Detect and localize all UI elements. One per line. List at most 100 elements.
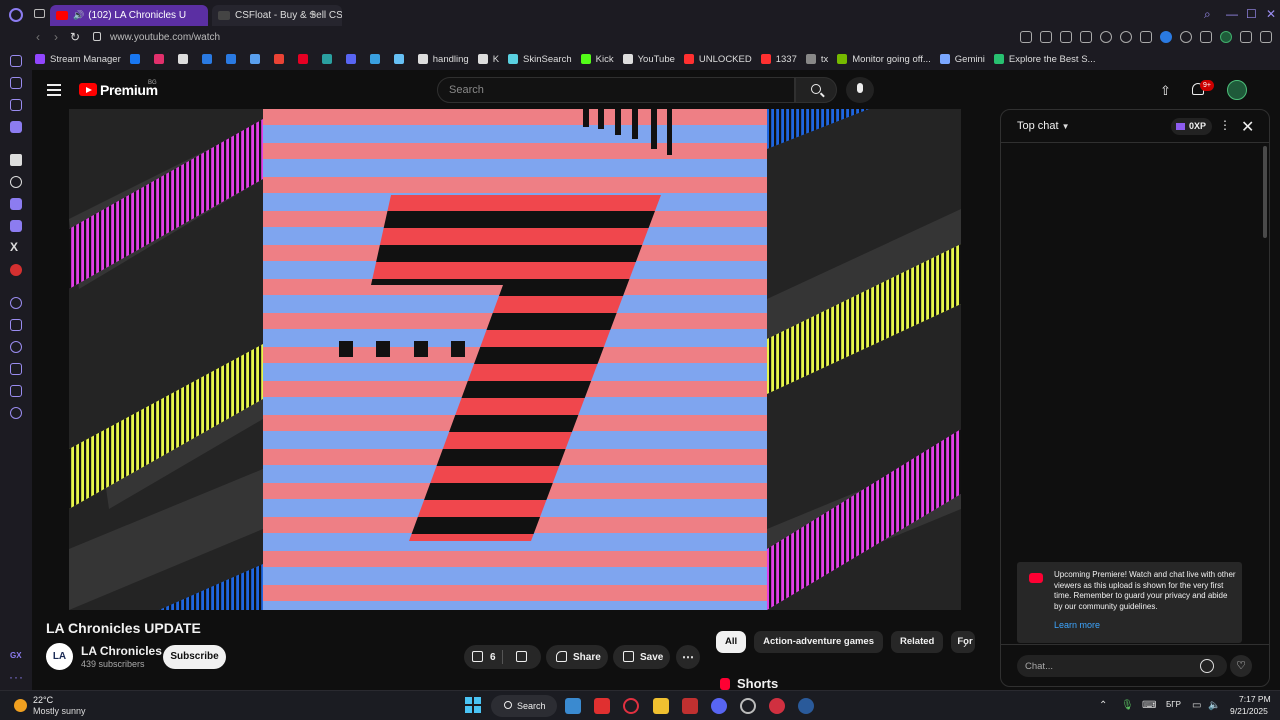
bookmark-item[interactable] — [153, 54, 169, 64]
bookmark-item[interactable]: Stream Manager — [35, 54, 121, 65]
aria-icon[interactable] — [10, 55, 22, 67]
bookmark-item[interactable]: K — [477, 54, 499, 65]
bookmark-item[interactable]: Explore the Best S... — [993, 54, 1095, 65]
search-button[interactable] — [795, 77, 837, 103]
windows-start-icon[interactable] — [465, 697, 481, 713]
taskbar-search[interactable]: Search — [491, 695, 557, 717]
save-button[interactable]: Save — [613, 645, 670, 669]
menu-icon[interactable] — [1260, 31, 1272, 43]
new-tab-button[interactable]: + — [309, 6, 317, 21]
bookmark-item[interactable] — [249, 54, 265, 64]
widgets-icon[interactable] — [565, 698, 581, 714]
clock-time[interactable]: 7:17 PM — [1239, 694, 1271, 704]
chevron-right-icon[interactable]: › — [963, 637, 967, 651]
bookmark-item[interactable]: handling — [417, 54, 469, 65]
url-field[interactable]: www.youtube.com/watch — [110, 32, 220, 43]
camera-icon[interactable] — [1020, 31, 1032, 43]
minimize-button[interactable]: — — [1226, 7, 1238, 21]
chat-options-icon[interactable]: ⋮ — [1219, 118, 1231, 132]
close-icon[interactable]: ✕ — [1241, 117, 1254, 137]
reload-button[interactable]: ↻ — [70, 30, 80, 44]
csfloat-icon[interactable] — [10, 198, 22, 210]
language-indicator[interactable]: БГР — [1166, 700, 1181, 709]
emoji-icon[interactable] — [1200, 659, 1214, 673]
workspace-icon[interactable] — [10, 99, 22, 111]
speaker-icon[interactable]: 🔊 — [73, 10, 84, 21]
bookmark-item[interactable]: UNLOCKED — [683, 54, 752, 65]
history-icon[interactable] — [10, 341, 22, 353]
bookmark-item[interactable]: 1337 — [760, 54, 797, 65]
gx-icon[interactable]: GX — [10, 651, 22, 660]
weather-description[interactable]: Mostly sunny — [33, 706, 86, 716]
video-player[interactable] — [69, 109, 961, 610]
clock-date[interactable]: 9/21/2025 — [1230, 706, 1268, 716]
search-tabs-icon[interactable]: ⌕ — [1204, 7, 1211, 22]
account-avatar[interactable] — [1227, 80, 1247, 100]
more-icon[interactable]: ··· — [9, 670, 24, 684]
maximize-button[interactable]: ☐ — [1246, 7, 1257, 21]
chip-action-adventure[interactable]: Action-adventure games — [754, 631, 884, 653]
tab-csfloat[interactable]: CSFloat - Buy & Sell CS2 — [212, 5, 342, 26]
settings-icon[interactable] — [10, 407, 22, 419]
bookmark-item[interactable] — [321, 54, 337, 64]
app-icon[interactable] — [769, 698, 785, 714]
steam-icon[interactable] — [798, 698, 814, 714]
opera-gx-icon[interactable] — [623, 698, 639, 714]
player-icon[interactable] — [10, 297, 22, 309]
bookmark-item[interactable]: Gemini — [939, 54, 985, 65]
sound-icon[interactable] — [1180, 31, 1192, 43]
bookmark-item[interactable] — [393, 54, 409, 64]
youtube-logo-icon[interactable] — [79, 83, 97, 96]
bookmark-item[interactable] — [369, 54, 385, 64]
workspace-icon[interactable] — [10, 77, 22, 89]
like-icon[interactable] — [472, 651, 483, 662]
sun-icon[interactable] — [14, 699, 27, 712]
keyboard-icon[interactable]: ⌨ — [1142, 700, 1156, 711]
bookmark-item[interactable]: Kick — [580, 54, 614, 65]
bookmark-item[interactable] — [129, 54, 145, 64]
microphone-icon[interactable]: 🎙 — [1121, 700, 1134, 711]
bookmark-item[interactable]: SkinSearch — [508, 54, 572, 65]
shield-icon[interactable] — [1060, 31, 1072, 43]
chat-input[interactable] — [1017, 655, 1227, 677]
forward-button[interactable]: › — [54, 30, 58, 44]
extensions-icon[interactable] — [1200, 31, 1212, 43]
upload-icon[interactable]: ⇧ — [1160, 83, 1171, 99]
dislike-icon[interactable] — [516, 651, 527, 662]
xp-badge[interactable]: 0XP — [1171, 118, 1213, 135]
chip-all[interactable]: All — [716, 631, 747, 653]
bookmark-icon[interactable] — [1140, 31, 1152, 43]
bookmark-item[interactable] — [273, 54, 289, 64]
close-window-button[interactable]: ✕ — [1266, 7, 1276, 21]
bookmark-item[interactable] — [297, 54, 313, 64]
back-button[interactable]: ‹ — [36, 30, 40, 44]
bookmark-item[interactable]: tx — [805, 54, 828, 65]
bookmark-item[interactable] — [345, 54, 361, 64]
channel-name[interactable]: LA Chronicles — [81, 644, 162, 658]
menu-icon[interactable] — [47, 84, 61, 96]
weather-temperature[interactable]: 22°C — [33, 695, 53, 705]
chat-scrollbar[interactable] — [1263, 146, 1267, 238]
play-icon[interactable] — [1100, 31, 1112, 43]
workspace-icon[interactable] — [10, 121, 22, 133]
opera-logo-icon[interactable] — [9, 8, 23, 22]
lock-icon[interactable] — [93, 32, 101, 41]
extensions-icon[interactable] — [10, 385, 22, 397]
bookmark-item[interactable]: YouTube — [622, 54, 675, 65]
subscribe-button[interactable]: Subscribe — [163, 645, 226, 669]
bookmark-item[interactable] — [225, 54, 241, 64]
snapshot-icon[interactable] — [1040, 31, 1052, 43]
vpn-icon[interactable] — [1160, 31, 1172, 43]
like-count[interactable]: 6 — [490, 652, 496, 663]
tab-youtube[interactable]: 🔊 (102) LA Chronicles U — [50, 5, 208, 26]
bookmark-item[interactable] — [177, 54, 193, 64]
send-icon[interactable] — [10, 319, 22, 331]
learn-more-link[interactable]: Learn more — [1054, 620, 1100, 630]
page-scrollbar[interactable] — [1270, 70, 1280, 690]
twitch-icon[interactable] — [10, 220, 22, 232]
discord-icon[interactable] — [711, 698, 727, 714]
x-twitter-icon[interactable]: X — [10, 241, 18, 253]
voicemeeter-icon[interactable] — [682, 698, 698, 714]
live-icon[interactable] — [10, 264, 22, 276]
bookmark-item[interactable] — [201, 54, 217, 64]
